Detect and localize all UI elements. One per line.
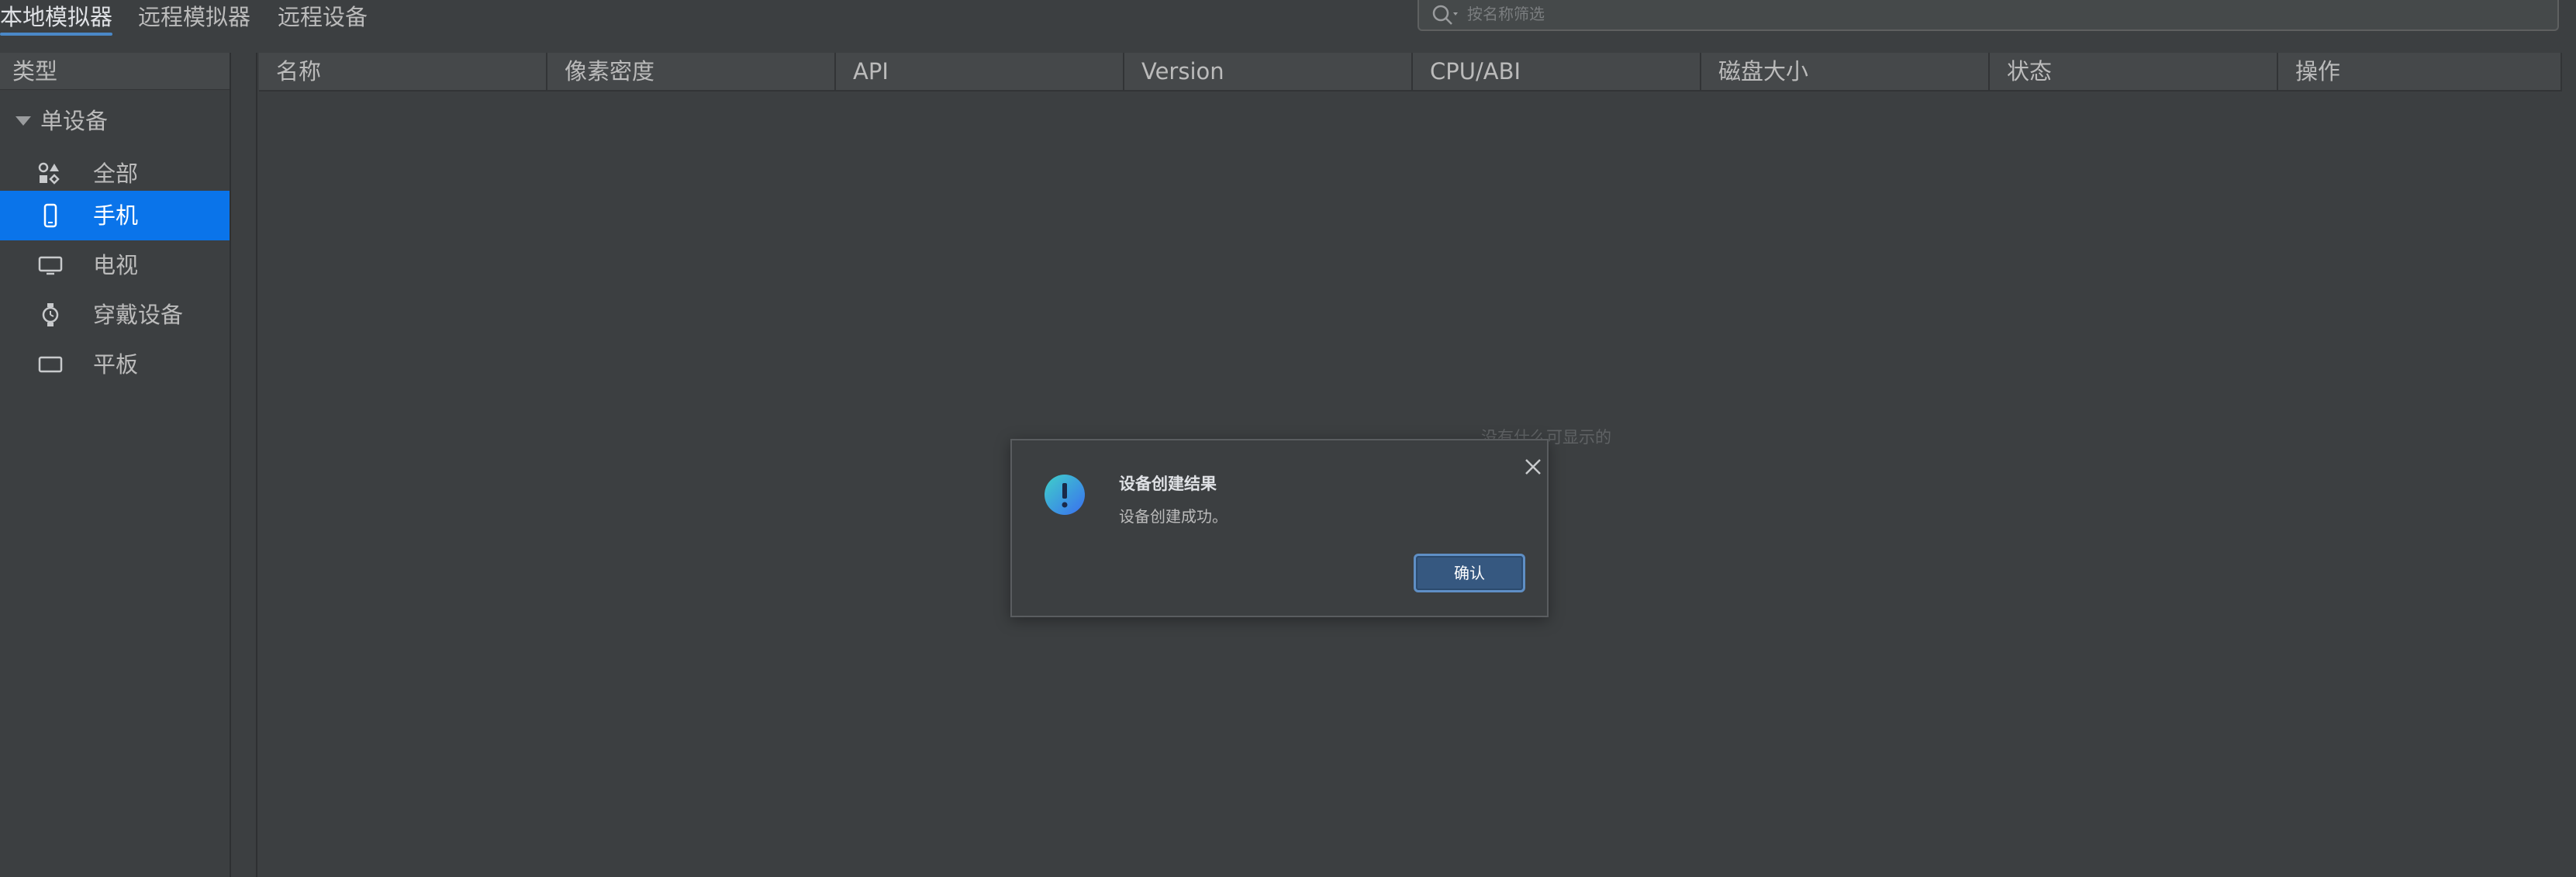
phone-icon — [43, 203, 57, 228]
table-header: 名称 像素密度 API Version CPU/ABI 磁盘大小 状态 操作 — [259, 53, 2562, 91]
column-header-actions[interactable]: 操作 — [2278, 53, 2562, 90]
sidebar-item-label: 平板 — [93, 351, 139, 378]
close-icon[interactable] — [1522, 456, 1544, 478]
search-input[interactable] — [1466, 0, 2536, 28]
sidebar-item-label: 电视 — [93, 252, 139, 278]
tab-remote-device[interactable]: 远程设备 — [278, 0, 368, 37]
grid-shapes-icon — [38, 162, 60, 185]
sidebar-header: 类型 — [0, 53, 230, 90]
watch-icon — [42, 303, 59, 326]
column-header-name[interactable]: 名称 — [259, 53, 547, 90]
sidebar-item-wearable[interactable]: 穿戴设备 — [0, 290, 230, 340]
sidebar-item-label: 手机 — [93, 202, 139, 229]
column-header-disk-size[interactable]: 磁盘大小 — [1701, 53, 1990, 90]
result-dialog: 设备创建结果 设备创建成功。 确认 — [1010, 439, 1549, 617]
top-bar: 本地模拟器 远程模拟器 远程设备 — [0, 0, 2576, 53]
tab-remote-emulator[interactable]: 远程模拟器 — [138, 0, 250, 37]
tv-icon — [38, 256, 63, 275]
sidebar-group-single-device[interactable]: 单设备 — [0, 96, 230, 146]
confirm-button[interactable]: 确认 — [1414, 554, 1525, 592]
expand-triangle-icon[interactable] — [16, 116, 31, 126]
sidebar: 类型 单设备 全部 手机 电视 穿戴设备 平板 — [0, 53, 231, 877]
sidebar-item-tablet[interactable]: 平板 — [0, 340, 230, 389]
column-header-cpu-abi[interactable]: CPU/ABI — [1413, 53, 1701, 90]
column-header-density[interactable]: 像素密度 — [547, 53, 836, 90]
tablet-icon — [38, 356, 63, 373]
sidebar-group-label: 单设备 — [40, 108, 109, 134]
panel-splitter[interactable] — [231, 53, 257, 877]
search-box[interactable] — [1417, 0, 2559, 31]
column-header-status[interactable]: 状态 — [1990, 53, 2278, 90]
tab-local-emulator[interactable]: 本地模拟器 — [0, 0, 113, 37]
info-icon — [1045, 475, 1085, 515]
sidebar-item-tv[interactable]: 电视 — [0, 240, 230, 290]
column-header-api[interactable]: API — [836, 53, 1124, 90]
dialog-message: 设备创建成功。 — [1119, 507, 1228, 526]
column-header-version[interactable]: Version — [1124, 53, 1413, 90]
dialog-title: 设备创建结果 — [1119, 475, 1217, 493]
sidebar-item-label: 穿戴设备 — [93, 302, 184, 328]
sidebar-item-phone[interactable]: 手机 — [0, 191, 230, 240]
search-icon — [1432, 5, 1458, 25]
